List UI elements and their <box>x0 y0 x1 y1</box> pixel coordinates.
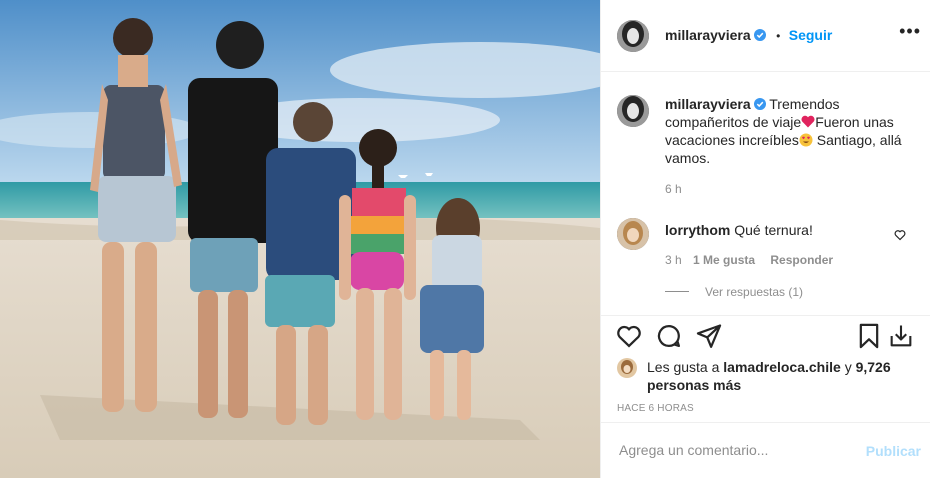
post-actions: Les gusta a lamadreloca.chile y 9,726 pe… <box>601 315 930 414</box>
likes-connector: y <box>844 359 852 375</box>
comment-text: lorrythom Qué ternura! <box>665 221 885 239</box>
download-icon[interactable] <box>887 322 915 350</box>
save-bookmark-icon[interactable] <box>855 322 883 350</box>
avatar-image <box>617 358 637 378</box>
likes-summary: Les gusta a lamadreloca.chile y 9,726 pe… <box>647 358 907 394</box>
reply-button[interactable]: Responder <box>770 253 833 267</box>
view-replies-button[interactable]: Ver respuestas (1) <box>705 285 803 299</box>
post-photo[interactable] <box>0 0 600 478</box>
share-send-icon[interactable] <box>695 322 723 350</box>
likes-prefix: Les gusta a <box>647 359 720 375</box>
comment-likes[interactable]: 1 Me gusta <box>693 253 755 267</box>
commenter-avatar[interactable] <box>617 218 649 250</box>
instagram-post: millarayviera • Seguir ••• millarayviera… <box>0 0 930 478</box>
verified-badge-icon <box>753 98 766 110</box>
post-sidebar: millarayviera • Seguir ••• millarayviera… <box>600 0 930 478</box>
like-comment-heart-icon[interactable] <box>894 229 906 241</box>
separator-dot: • <box>776 29 781 43</box>
likes-user[interactable]: lamadreloca.chile <box>723 359 841 375</box>
comment-time[interactable]: 3 h <box>665 253 682 267</box>
caption-avatar[interactable] <box>617 95 649 127</box>
publish-button[interactable]: Publicar <box>866 443 921 459</box>
like-heart-icon[interactable] <box>615 322 643 350</box>
avatar-image <box>617 20 649 52</box>
red-heart-emoji-icon <box>801 115 815 128</box>
post-timestamp[interactable]: HACE 6 HORAS <box>617 403 694 414</box>
verified-badge-icon <box>753 29 766 41</box>
comment-bubble-icon[interactable] <box>655 322 683 350</box>
comment-meta: 3 h 1 Me gusta Responder <box>665 253 833 267</box>
add-comment-bar: Publicar <box>601 422 930 478</box>
caption-time[interactable]: 6 h <box>665 182 682 196</box>
more-options-icon[interactable]: ••• <box>899 22 921 40</box>
heart-eyes-emoji-icon <box>799 133 813 147</box>
author-avatar[interactable] <box>617 20 649 52</box>
liker-avatar[interactable] <box>617 358 637 378</box>
comment-body: Qué ternura! <box>734 222 813 238</box>
beach-photo <box>0 0 600 478</box>
avatar-image <box>617 95 649 127</box>
avatar-image <box>617 218 649 250</box>
replies-line <box>665 291 689 292</box>
commenter-username[interactable]: lorrythom <box>665 222 730 238</box>
follow-button[interactable]: Seguir <box>789 27 833 43</box>
post-header: millarayviera • Seguir ••• <box>601 0 930 72</box>
caption-text: millarayviera Tremendos compañeritos de … <box>665 95 905 167</box>
author-username[interactable]: millarayviera <box>665 27 751 43</box>
caption-username[interactable]: millarayviera <box>665 96 751 112</box>
comments-section: millarayviera Tremendos compañeritos de … <box>601 73 930 315</box>
comment-input[interactable] <box>617 441 851 459</box>
